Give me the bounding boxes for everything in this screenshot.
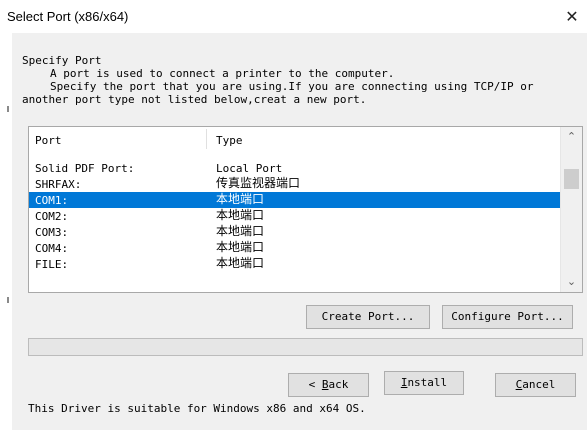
- list-item[interactable]: SHRFAX: 传真监视器端口: [29, 176, 560, 192]
- title-bar: Select Port (x86/x64) ✕: [0, 0, 587, 33]
- list-item-selected[interactable]: COM1: 本地端口: [29, 192, 560, 208]
- port-type: 传真监视器端口: [216, 176, 301, 190]
- column-header-port[interactable]: Port: [35, 134, 62, 147]
- compatibility-note: This Driver is suitable for Windows x86 …: [28, 402, 366, 415]
- create-port-button[interactable]: Create Port...: [306, 305, 430, 329]
- progress-bar: [28, 338, 583, 356]
- port-name: SHRFAX:: [35, 178, 82, 191]
- close-icon: ✕: [565, 7, 579, 26]
- back-label-rest: ack: [328, 378, 349, 391]
- port-name: COM3:: [35, 226, 69, 239]
- cancel-button[interactable]: Cancel: [495, 373, 576, 397]
- install-label-rest: nstall: [407, 376, 448, 389]
- port-type: 本地端口: [216, 240, 265, 254]
- list-item[interactable]: COM3: 本地端口: [29, 224, 560, 240]
- port-type: 本地端口: [216, 256, 265, 270]
- scroll-thumb[interactable]: [564, 169, 579, 189]
- list-item[interactable]: COM4: 本地端口: [29, 240, 560, 256]
- edge-marker: [7, 106, 9, 112]
- port-type: Local Port: [216, 162, 283, 175]
- chevron-up-icon: ⌃: [566, 130, 577, 143]
- back-label-mnemonic: B: [321, 378, 329, 391]
- port-type: 本地端口: [216, 208, 265, 222]
- port-name: COM1:: [35, 194, 69, 207]
- description-line-1: A port is used to connect a printer to t…: [50, 67, 395, 80]
- port-name: FILE:: [35, 258, 69, 271]
- port-name: COM2:: [35, 210, 69, 223]
- cancel-label-rest: ancel: [522, 378, 556, 391]
- list-header: Port Type: [29, 127, 560, 151]
- edge-marker: [7, 297, 9, 303]
- close-button[interactable]: ✕: [557, 0, 587, 33]
- scroll-up-button[interactable]: ⌃: [561, 127, 582, 147]
- list-item[interactable]: COM2: 本地端口: [29, 208, 560, 224]
- back-label-prefix: <: [308, 378, 322, 391]
- window-title: Select Port (x86/x64): [7, 9, 129, 24]
- install-button[interactable]: Install: [384, 371, 464, 395]
- column-header-type[interactable]: Type: [216, 134, 243, 147]
- chevron-down-icon: ⌄: [566, 275, 577, 288]
- port-type: 本地端口: [216, 192, 265, 206]
- section-heading: Specify Port: [22, 54, 102, 67]
- column-separator[interactable]: [206, 129, 207, 149]
- list-item[interactable]: FILE: 本地端口: [29, 256, 560, 272]
- description-line-3: another port type not listed below,creat…: [22, 93, 367, 106]
- back-button[interactable]: < Back: [288, 373, 369, 397]
- list-item[interactable]: Solid PDF Port: Local Port: [29, 160, 560, 176]
- port-list[interactable]: Port Type Solid PDF Port: Local Port SHR…: [28, 126, 583, 293]
- configure-port-button[interactable]: Configure Port...: [442, 305, 573, 329]
- scroll-down-button[interactable]: ⌄: [561, 272, 582, 292]
- vertical-scrollbar[interactable]: ⌃ ⌄: [560, 127, 582, 292]
- port-type: 本地端口: [216, 224, 265, 238]
- window-left-edge: [0, 33, 12, 430]
- port-name: Solid PDF Port:: [35, 162, 135, 175]
- description-line-2: Specify the port that you are using.If y…: [50, 80, 534, 93]
- port-name: COM4:: [35, 242, 69, 255]
